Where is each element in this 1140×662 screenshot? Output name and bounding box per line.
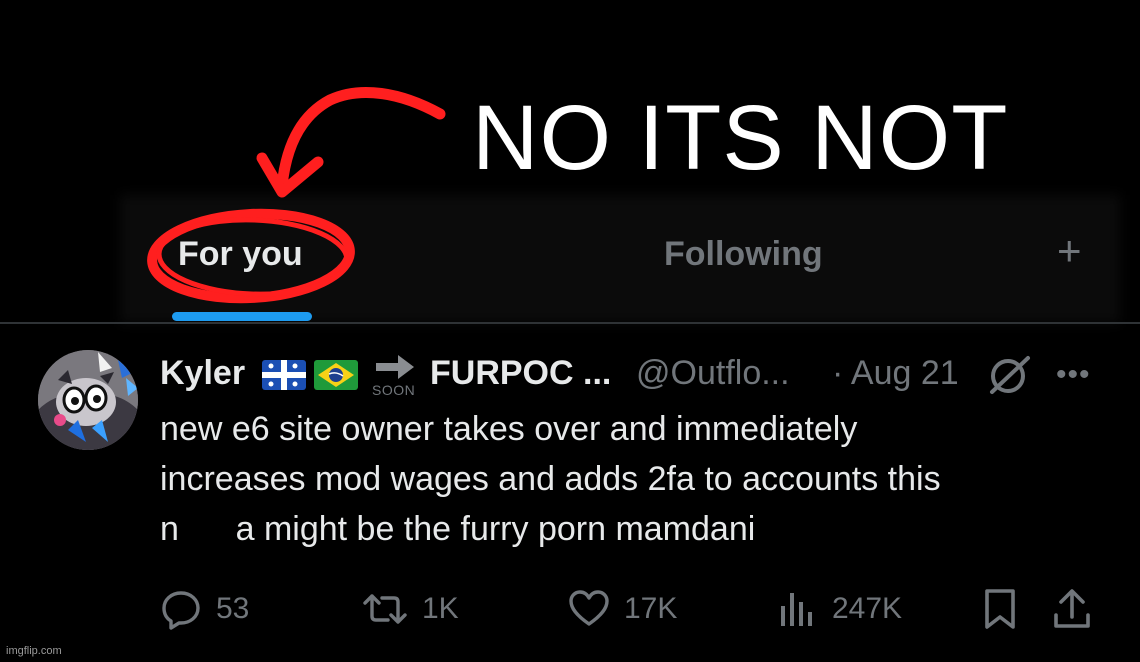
user-handle[interactable]: @Outflo... (636, 354, 790, 393)
avatar[interactable] (38, 350, 138, 450)
annotation-arrowhead (256, 152, 324, 198)
bookmark-button[interactable] (982, 585, 1032, 633)
display-name[interactable]: Kyler (160, 354, 245, 393)
repost-button[interactable]: 1K (362, 585, 459, 633)
soon-label: SOON (372, 382, 416, 398)
post-text-line: new e6 site owner takes over and immedia… (160, 410, 858, 448)
reply-icon (162, 591, 200, 630)
active-tab-indicator (172, 312, 312, 321)
post-date[interactable]: · Aug 21 (832, 354, 959, 393)
reply-button[interactable]: 53 (160, 585, 249, 633)
brazil-flag-icon (314, 360, 358, 390)
meme-caption: NO ITS NOT (472, 87, 1009, 189)
view-count: 247K (832, 592, 903, 625)
tab-divider (0, 322, 1140, 324)
avatar-image (38, 350, 138, 450)
post-text: new e6 site owner takes over and immedia… (160, 404, 1120, 554)
post-actions: 53 1K 17K 247K (0, 585, 1140, 635)
repost-count: 1K (422, 592, 459, 625)
timeline-tab-bar: For you Following + (0, 195, 1140, 323)
repost-icon (363, 594, 407, 624)
annotation-arrow (276, 86, 446, 192)
heart-icon (569, 590, 609, 626)
like-count: 17K (624, 592, 678, 625)
post-text-line: increases mod wages and adds 2fa to acco… (160, 460, 941, 498)
post-text-line: n a might be the furry porn mamdani (160, 510, 756, 548)
add-tab-icon[interactable]: + (1057, 227, 1082, 275)
imgflip-watermark: imgflip.com (6, 645, 62, 657)
tab-following[interactable]: Following (664, 235, 823, 274)
soon-arrow-icon: SOON (372, 352, 418, 398)
share-button[interactable] (1052, 585, 1106, 633)
martinique-flag-icon (262, 360, 306, 390)
display-name-suffix[interactable]: FURPOC ... (430, 354, 611, 393)
more-options-icon[interactable]: ••• (1056, 358, 1091, 392)
like-button[interactable]: 17K (568, 585, 677, 633)
bookmark-icon (985, 589, 1015, 629)
views-chart-icon (781, 593, 812, 626)
tab-for-you[interactable]: For you (178, 235, 303, 274)
grok-icon[interactable] (986, 354, 1034, 398)
views-button[interactable]: 247K (776, 585, 902, 633)
post-header: Kyler SOON FURPOC ... @Outflo... · Aug 2… (160, 352, 1120, 398)
reply-count: 53 (216, 592, 250, 625)
share-icon (1054, 589, 1090, 628)
